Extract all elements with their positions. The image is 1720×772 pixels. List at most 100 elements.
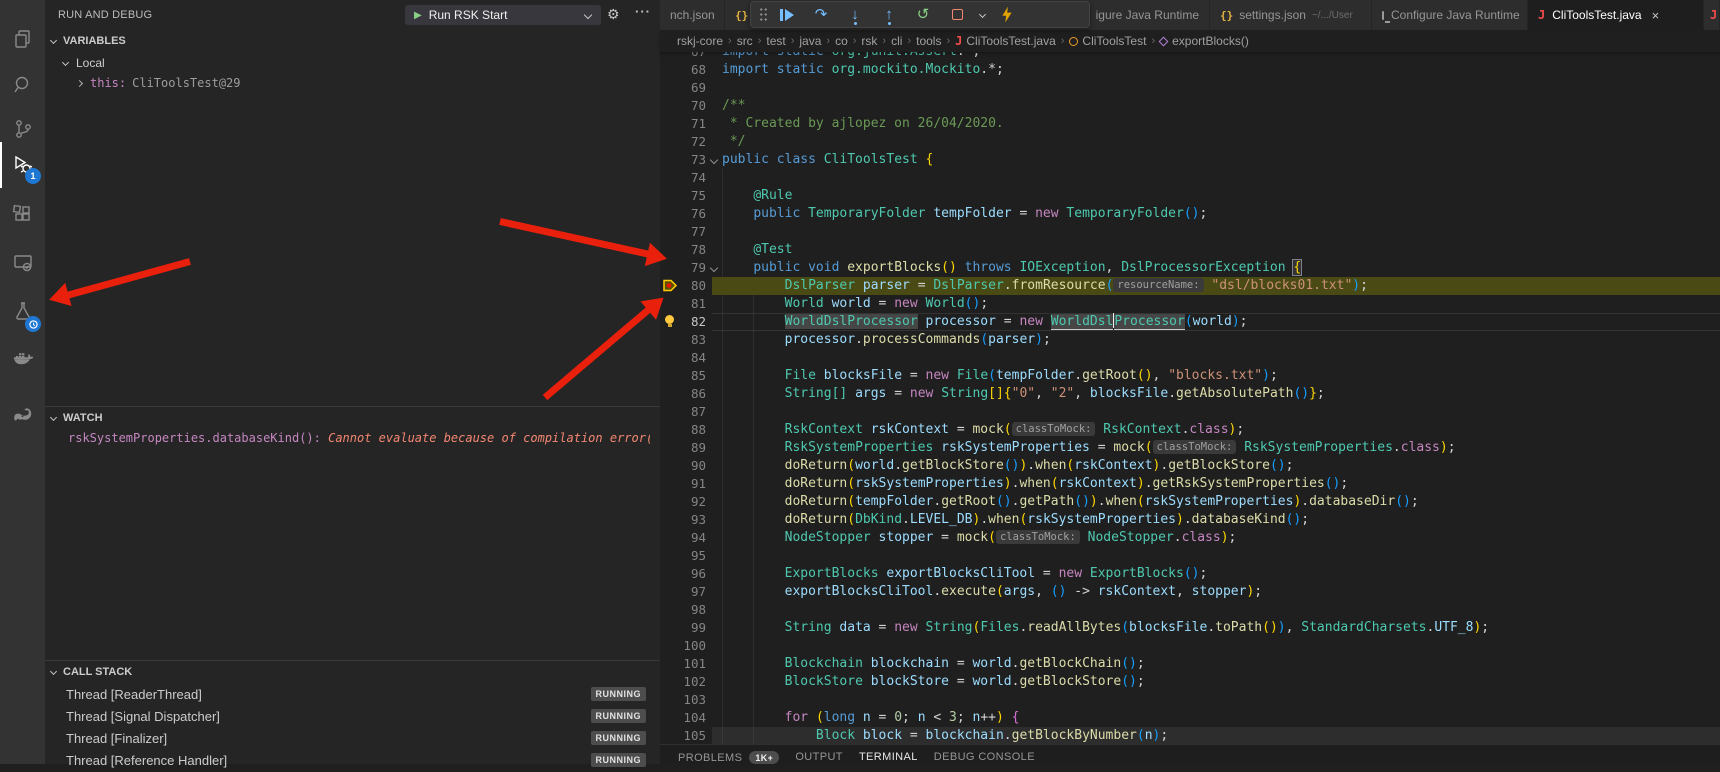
breadcrumb-item[interactable]: src: [737, 34, 753, 48]
code-line[interactable]: 83 processor.processCommands(parser);: [660, 331, 1720, 349]
search-icon[interactable]: [0, 62, 45, 108]
breadcrumb-item[interactable]: test: [766, 34, 785, 48]
run-and-debug-icon[interactable]: 1: [0, 142, 45, 188]
toolbar-drag-handle[interactable]: [759, 7, 768, 22]
code-line[interactable]: 79 public void exportBlocks() throws IOE…: [660, 259, 1720, 277]
line-number: 105: [660, 727, 706, 744]
code-line[interactable]: 84: [660, 349, 1720, 367]
testing-beaker-icon[interactable]: [0, 288, 45, 334]
breadcrumb-item[interactable]: tools: [916, 34, 941, 48]
code-line[interactable]: 69: [660, 79, 1720, 97]
code-line[interactable]: 97 exportBlocksCliTool.execute(args, () …: [660, 583, 1720, 601]
gear-icon[interactable]: ⚙: [607, 6, 620, 23]
breadcrumb-item[interactable]: exportBlocks(): [1160, 34, 1249, 48]
code-line[interactable]: 87: [660, 403, 1720, 421]
code-line[interactable]: 105 Block block = blockchain.getBlockByN…: [660, 727, 1720, 744]
watch-section-header[interactable]: WATCH: [45, 407, 660, 429]
line-number: 100: [660, 637, 706, 655]
panel-tab-debug-console[interactable]: DEBUG CONSOLE: [934, 751, 1035, 763]
tab-clipped[interactable]: J: [1704, 0, 1720, 30]
code-line[interactable]: 99 String data = new String(Files.readAl…: [660, 619, 1720, 637]
code-line[interactable]: 94 NodeStopper stopper = mock(classToMoc…: [660, 529, 1720, 547]
variables-section-header[interactable]: VARIABLES: [45, 30, 660, 52]
watch-expression-row[interactable]: rskSystemProperties.databaseKind(): Cann…: [68, 431, 650, 449]
tab-launch-json[interactable]: nch.json: [660, 0, 725, 30]
line-number: 98: [660, 601, 706, 619]
hot-code-replace-button[interactable]: [990, 2, 1024, 27]
breadcrumb-item[interactable]: JCliToolsTest.java: [955, 34, 1056, 48]
code-line[interactable]: 100: [660, 637, 1720, 655]
variables-scope-local[interactable]: Local: [63, 53, 105, 73]
line-number: 77: [660, 223, 706, 241]
panel-tab-terminal[interactable]: TERMINAL: [859, 751, 918, 763]
code-line[interactable]: 101 Blockchain blockchain = world.getBlo…: [660, 655, 1720, 673]
code-line[interactable]: 68import static org.mockito.Mockito.*;: [660, 61, 1720, 79]
code-line[interactable]: 80 DslParser parser = DslParser.fromReso…: [660, 277, 1720, 295]
code-line[interactable]: 98: [660, 601, 1720, 619]
line-number: 72: [660, 133, 706, 151]
bottom-panel-tabs: PROBLEMS1K+ OUTPUT TERMINAL DEBUG CONSOLE: [660, 744, 1720, 764]
debug-toolbar: ↷ ↓ ↑ ↺: [750, 1, 1090, 28]
call-stack-thread-row[interactable]: Thread [ReaderThread]RUNNING: [45, 684, 660, 706]
panel-tab-output[interactable]: OUTPUT: [795, 751, 843, 763]
code-line[interactable]: 70/**: [660, 97, 1720, 115]
call-stack-section-header[interactable]: CALL STACK: [45, 661, 660, 683]
step-over-button[interactable]: ↷: [804, 2, 838, 27]
code-line[interactable]: 67import static org.junit.Assert.*;: [660, 52, 1720, 61]
restart-button[interactable]: ↺: [906, 2, 940, 27]
breadcrumb-item[interactable]: co: [835, 34, 848, 48]
tab-clitoolstest-java[interactable]: J CliToolsTest.java ×: [1528, 0, 1704, 30]
breadcrumb-item[interactable]: cli: [891, 34, 902, 48]
explorer-icon[interactable]: [0, 16, 45, 62]
code-line[interactable]: 85 File blocksFile = new File(tempFolder…: [660, 367, 1720, 385]
code-line[interactable]: 88 RskContext rskContext = mock(classToM…: [660, 421, 1720, 439]
variable-this[interactable]: this: CliToolsTest@29: [77, 73, 241, 93]
breadcrumb-separator: ›: [1061, 35, 1065, 47]
code-line[interactable]: 104 for (long n = 0; n < 3; n++) {: [660, 709, 1720, 727]
call-stack-thread-row[interactable]: Thread [Reference Handler]RUNNING: [45, 750, 660, 772]
close-icon[interactable]: ×: [1652, 8, 1660, 23]
code-line[interactable]: 96 ExportBlocks exportBlocksCliTool = ne…: [660, 565, 1720, 583]
code-line[interactable]: 86 String[] args = new String[]{"0", "2"…: [660, 385, 1720, 403]
code-line[interactable]: 73public class CliToolsTest {: [660, 151, 1720, 169]
code-line[interactable]: 103: [660, 691, 1720, 709]
code-line[interactable]: 75 @Rule: [660, 187, 1720, 205]
call-stack-thread-row[interactable]: Thread [Finalizer]RUNNING: [45, 728, 660, 750]
breadcrumb-item[interactable]: CliToolsTest: [1069, 34, 1146, 48]
remote-explorer-icon[interactable]: [0, 240, 45, 286]
code-line[interactable]: 74: [660, 169, 1720, 187]
panel-tab-problems[interactable]: PROBLEMS1K+: [678, 751, 779, 764]
breadcrumb-item[interactable]: java: [799, 34, 821, 48]
code-line[interactable]: 82 WorldDslProcessor processor = new Wor…: [660, 313, 1720, 331]
code-line[interactable]: 76 public TemporaryFolder tempFolder = n…: [660, 205, 1720, 223]
more-actions-icon[interactable]: ···: [635, 4, 651, 19]
code-line[interactable]: 93 doReturn(DbKind.LEVEL_DB).when(rskSys…: [660, 511, 1720, 529]
breadcrumb-item[interactable]: rskj-core: [677, 34, 723, 48]
tab-settings-json[interactable]: {} settings.json ~/.../User: [1210, 0, 1372, 30]
code-line[interactable]: 95: [660, 547, 1720, 565]
code-line[interactable]: 71 * Created by ajlopez on 26/04/2020.: [660, 115, 1720, 133]
code-line[interactable]: 92 doReturn(tempFolder.getRoot().getPath…: [660, 493, 1720, 511]
code-line[interactable]: 78 @Test: [660, 241, 1720, 259]
code-line[interactable]: 72 */: [660, 133, 1720, 151]
activity-bar: 1: [0, 0, 45, 764]
docker-icon[interactable]: [0, 336, 45, 382]
code-line[interactable]: 91 doReturn(rskSystemProperties).when(rs…: [660, 475, 1720, 493]
stop-button[interactable]: [940, 2, 974, 27]
gradle-icon[interactable]: [0, 392, 45, 438]
step-out-button[interactable]: ↑: [872, 2, 906, 27]
breadcrumb-item[interactable]: rsk: [861, 34, 877, 48]
stop-dropdown-chevron[interactable]: [974, 2, 990, 27]
launch-config-dropdown[interactable]: ▶ Run RSK Start: [405, 5, 601, 25]
code-line[interactable]: 89 RskSystemProperties rskSystemProperti…: [660, 439, 1720, 457]
code-line[interactable]: 81 World world = new World();: [660, 295, 1720, 313]
continue-button[interactable]: [770, 2, 804, 27]
tab-configure-java-runtime-2[interactable]: Configure Java Runtime: [1372, 0, 1528, 30]
step-into-button[interactable]: ↓: [838, 2, 872, 27]
code-editor[interactable]: 67import static org.junit.Assert.*;68imp…: [660, 52, 1720, 744]
call-stack-thread-row[interactable]: Thread [Signal Dispatcher]RUNNING: [45, 706, 660, 728]
code-line[interactable]: 102 BlockStore blockStore = world.getBlo…: [660, 673, 1720, 691]
code-line[interactable]: 90 doReturn(world.getBlockStore()).when(…: [660, 457, 1720, 475]
extensions-icon[interactable]: [0, 192, 45, 238]
code-line[interactable]: 77: [660, 223, 1720, 241]
